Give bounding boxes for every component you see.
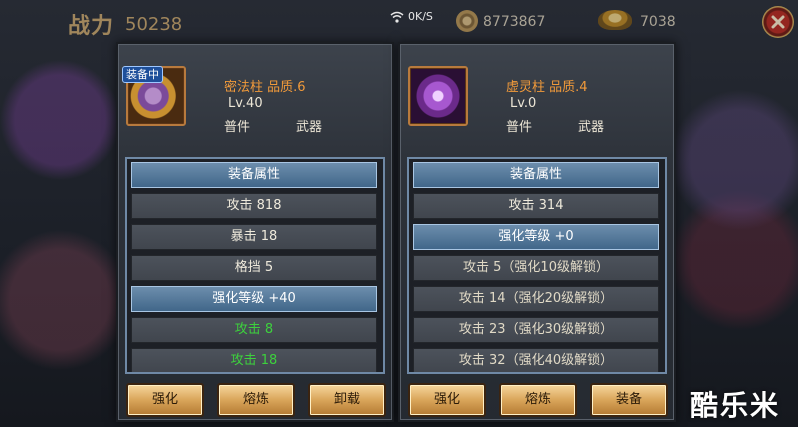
close-icon[interactable]	[762, 6, 794, 38]
item-rarity: 普件	[506, 120, 533, 135]
equip-button[interactable]: 装备	[590, 383, 668, 417]
locked-bonus-row: 攻击 32（强化40级解锁）	[413, 348, 659, 372]
enhance-level-header: 强化等级 +40	[131, 286, 377, 312]
locked-bonus-row: 攻击 23（强化30级解锁）	[413, 317, 659, 343]
stat-row: 格挡 5	[131, 255, 377, 281]
unequip-button[interactable]: 卸载	[308, 383, 386, 417]
enhance-bonus-row: 攻击 18	[131, 348, 377, 372]
ingot-value: 7038	[640, 14, 676, 30]
smelt-button[interactable]: 熔炼	[217, 383, 295, 417]
smelt-button[interactable]: 熔炼	[499, 383, 577, 417]
item-level: Lv.40	[228, 96, 263, 111]
power-value: 50238	[125, 14, 183, 35]
locked-bonus-row: 攻击 14（强化20级解锁）	[413, 286, 659, 312]
power-label: 战力	[68, 14, 115, 39]
ingot-icon	[598, 10, 632, 30]
enhance-button[interactable]: 强化	[408, 383, 486, 417]
top-bar: 战力 50238 0K/S 8773867 7038	[0, 0, 798, 40]
item-type: 武器	[578, 120, 605, 135]
coin-icon	[456, 10, 478, 32]
attribute-list[interactable]: 装备属性 攻击 314 强化等级 +0 攻击 5（强化10级解锁） 攻击 14（…	[407, 157, 667, 374]
item-name: 虚灵柱 品质.4	[506, 80, 588, 95]
wifi-icon	[390, 9, 404, 23]
stat-row: 攻击 818	[131, 193, 377, 219]
compare-item-icon	[408, 66, 468, 126]
coin-value: 8773867	[483, 14, 546, 30]
attribute-list[interactable]: 装备属性 攻击 818 暴击 18 格挡 5 强化等级 +40 攻击 8 攻击 …	[125, 157, 385, 374]
enhance-level-header: 强化等级 +0	[413, 224, 659, 250]
equipped-badge: 装备中	[122, 66, 163, 83]
network-rate: 0K/S	[408, 10, 433, 23]
item-type: 武器	[296, 120, 323, 135]
item-name: 密法柱 品质.6	[224, 80, 306, 95]
stat-row: 暴击 18	[131, 224, 377, 250]
enhance-bonus-row: 攻击 8	[131, 317, 377, 343]
attribute-header: 装备属性	[131, 162, 377, 188]
item-level: Lv.0	[510, 96, 537, 111]
enhance-button[interactable]: 强化	[126, 383, 204, 417]
watermark: 酷乐米	[690, 389, 781, 422]
stat-row: 攻击 314	[413, 193, 659, 219]
equipped-item-panel: 装备中 密法柱 品质.6 Lv.40 普件 武器 装备属性 攻击 818 暴击 …	[116, 42, 394, 422]
compare-item-panel: 虚灵柱 品质.4 Lv.0 普件 武器 装备属性 攻击 314 强化等级 +0 …	[398, 42, 676, 422]
item-rarity: 普件	[224, 120, 251, 135]
attribute-header: 装备属性	[413, 162, 659, 188]
locked-bonus-row: 攻击 5（强化10级解锁）	[413, 255, 659, 281]
